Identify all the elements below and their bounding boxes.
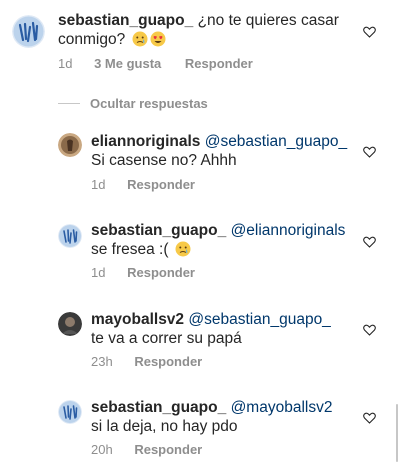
reply-3-text: mayoballsv2 @sebastian_guapo_ te va a co… <box>91 310 376 348</box>
comment-time: 1d <box>58 56 73 71</box>
heart-outline-icon[interactable] <box>363 324 376 336</box>
scrollbar[interactable] <box>396 404 398 462</box>
reply-button[interactable]: Responder <box>134 354 202 369</box>
reply-1-meta: 1d Responder <box>91 177 195 192</box>
reply-button[interactable]: Responder <box>185 56 253 71</box>
avatar-sebastian[interactable] <box>58 224 82 248</box>
comment-text: sebastian_guapo_ ¿no te quieres casar co… <box>58 11 348 49</box>
divider-line <box>58 102 80 104</box>
crying-face-emoji <box>175 241 191 257</box>
reply-1-username[interactable]: eliannoriginals <box>91 133 200 150</box>
heart-eyes-emoji <box>150 31 166 47</box>
reply-4-time: 20h <box>91 442 113 457</box>
reply-4-body: si la deja, no hay pdo <box>91 418 238 435</box>
comment-likes[interactable]: 3 Me gusta <box>94 56 161 71</box>
reply-1-body: Si casense no? Ahhh <box>91 152 237 169</box>
avatar-eliannoriginals[interactable] <box>58 133 82 157</box>
crying-face-emoji <box>132 31 148 47</box>
reply-2-meta: 1d Responder <box>91 265 195 280</box>
reply-3-mention[interactable]: @sebastian_guapo_ <box>188 311 330 328</box>
reply-button[interactable]: Responder <box>127 265 195 280</box>
avatar-sebastian[interactable] <box>58 400 82 424</box>
reply-2-username[interactable]: sebastian_guapo_ <box>91 222 226 239</box>
reply-3-username[interactable]: mayoballsv2 <box>91 311 184 328</box>
avatar-mayoballsv2[interactable] <box>58 312 82 336</box>
reply-3-time: 23h <box>91 354 113 369</box>
reply-2-body: se fresea :( <box>91 241 169 258</box>
reply-3-body: te va a correr su papá <box>91 330 242 347</box>
reply-3-meta: 23h Responder <box>91 354 202 369</box>
reply-4-text: sebastian_guapo_ @mayoballsv2 si la deja… <box>91 398 376 436</box>
heart-outline-icon[interactable] <box>363 26 376 38</box>
hide-replies-label[interactable]: Ocultar respuestas <box>90 96 208 111</box>
reply-1-text: eliannoriginals @sebastian_guapo_ Si cas… <box>91 132 376 170</box>
reply-2-time: 1d <box>91 265 106 280</box>
reply-button[interactable]: Responder <box>134 442 202 457</box>
comment-body-2: conmigo? <box>58 31 126 48</box>
reply-4-mention[interactable]: @mayoballsv2 <box>231 399 333 416</box>
comment-username[interactable]: sebastian_guapo_ <box>58 12 193 29</box>
comment-body-1: ¿no te quieres casar <box>197 12 339 29</box>
heart-outline-icon[interactable] <box>363 236 376 248</box>
avatar-sebastian[interactable] <box>12 15 45 48</box>
heart-outline-icon[interactable] <box>363 412 376 424</box>
comment-meta: 1d 3 Me gusta Responder <box>58 56 253 71</box>
reply-1-time: 1d <box>91 177 106 192</box>
reply-4-meta: 20h Responder <box>91 442 202 457</box>
hide-replies-button[interactable]: Ocultar respuestas <box>58 95 208 111</box>
reply-2-text: sebastian_guapo_ @eliannoriginals se fre… <box>91 221 376 259</box>
reply-2-mention[interactable]: @eliannoriginals <box>231 222 346 239</box>
heart-outline-icon[interactable] <box>363 146 376 158</box>
reply-4-username[interactable]: sebastian_guapo_ <box>91 399 226 416</box>
reply-button[interactable]: Responder <box>127 177 195 192</box>
reply-1-mention[interactable]: @sebastian_guapo_ <box>205 133 347 150</box>
